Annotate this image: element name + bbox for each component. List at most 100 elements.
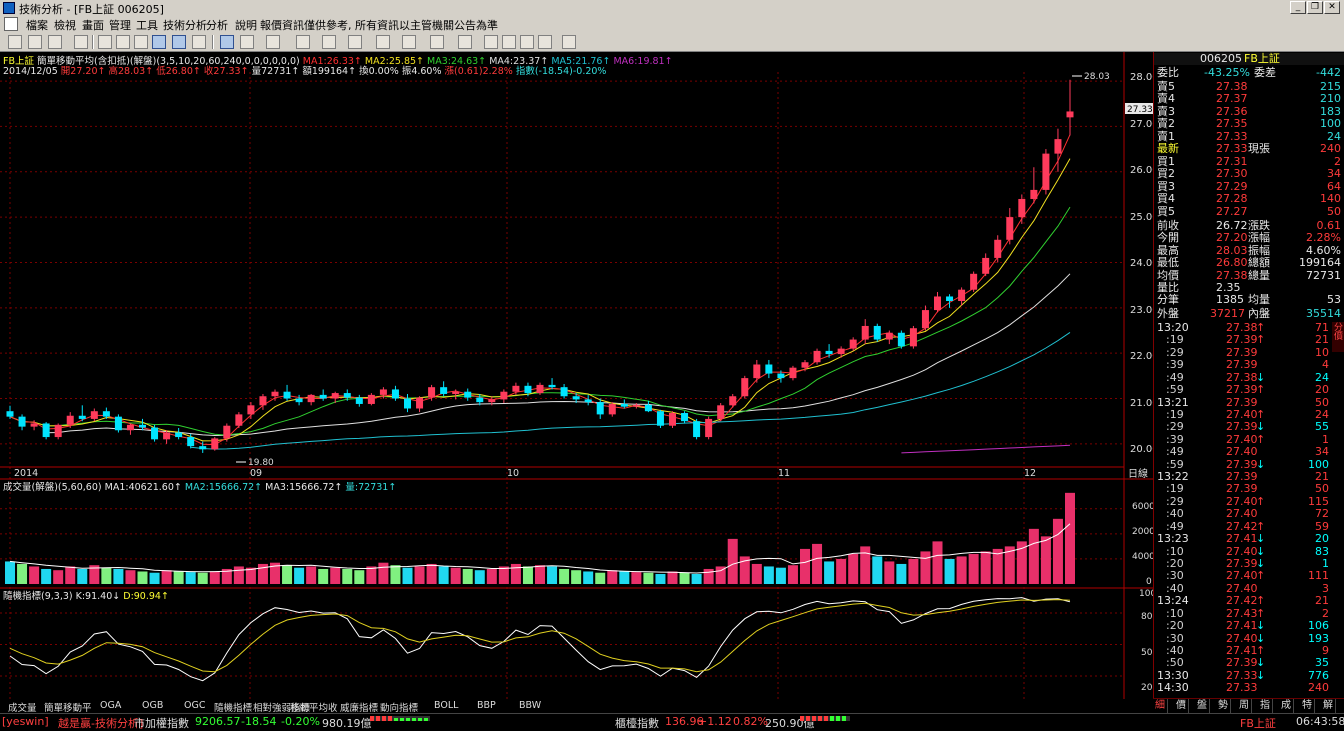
zoom-icon[interactable]: [48, 35, 62, 49]
volume-bar: [414, 566, 425, 584]
print-icon[interactable]: [192, 35, 206, 49]
tick-row: :40 27.40 3: [1166, 581, 1329, 595]
quote-tab[interactable]: 成: [1279, 699, 1294, 713]
twse-percent: -0.20%: [281, 715, 320, 728]
layout-icon[interactable]: [134, 35, 148, 49]
k-value: K:91.40↓: [75, 591, 121, 602]
ma240-line: [901, 444, 1071, 454]
volume-bar: [185, 572, 196, 584]
menu-view[interactable]: 檢視: [54, 17, 76, 33]
text-tool-icon[interactable]: [458, 35, 472, 49]
table-icon[interactable]: [116, 35, 130, 49]
menu-technical-analysis[interactable]: 技術分析: [163, 17, 207, 33]
tick-row: :49 27.38 ↓ 24: [1166, 370, 1329, 384]
close-button[interactable]: ✕: [1324, 1, 1340, 14]
candle: [813, 348, 821, 365]
candle: [151, 424, 159, 442]
eraser-icon[interactable]: [502, 35, 516, 49]
channel-icon[interactable]: [348, 35, 362, 49]
tab-dmi[interactable]: 動向指標: [380, 700, 418, 714]
tick-row: :19 27.39 ↑ 21: [1166, 333, 1329, 347]
volume-bar: [667, 571, 678, 584]
candle: [1066, 79, 1074, 136]
volume-bar: [655, 573, 666, 584]
volume-bar: [595, 572, 606, 584]
chart-type-icon[interactable]: [8, 35, 22, 49]
gann-icon[interactable]: [322, 35, 336, 49]
parallel-icon[interactable]: [376, 35, 390, 49]
tab-williams[interactable]: 威廉指標: [340, 700, 378, 714]
quote-tab[interactable]: 指: [1258, 699, 1273, 713]
menu-screen[interactable]: 畫面: [82, 17, 104, 33]
tab-bbw[interactable]: BBW: [519, 700, 541, 711]
rectangle-icon[interactable]: [402, 35, 416, 49]
menu-file[interactable]: 檔案: [26, 17, 48, 33]
tab-stochastic[interactable]: 隨機指標: [214, 700, 252, 714]
window-icon[interactable]: [152, 35, 166, 49]
tab-ogb[interactable]: OGB: [142, 700, 163, 711]
last-price-row: 最新 27.33 現張 240: [1157, 142, 1341, 155]
chart-area[interactable]: 28.00 27.00 26.00 25.00 24.00 23.00 22.0…: [0, 52, 1153, 713]
mini-bar: [382, 716, 386, 721]
delete-icon[interactable]: [520, 35, 534, 49]
minimize-button[interactable]: _: [1290, 1, 1306, 14]
title-bar: 技術分析 - [FB上証 006205] _ ❐ ✕: [0, 0, 1344, 16]
split-icon[interactable]: [172, 35, 186, 49]
outer-inner-row: 外盤 37217 內盤 35514: [1157, 307, 1341, 320]
tab-boll[interactable]: BOLL: [434, 700, 458, 711]
price-tick: 28.00: [1130, 72, 1153, 83]
quote-tab[interactable]: 周: [1237, 699, 1252, 713]
quote-tab[interactable]: 解: [1321, 699, 1336, 713]
menu-manage[interactable]: 管理: [109, 17, 131, 33]
menu-help[interactable]: 說明: [235, 17, 257, 33]
volume-bar: [535, 565, 545, 584]
menu-tools[interactable]: 工具: [136, 17, 158, 33]
volume-bar: [559, 568, 570, 584]
tick-row: :30 27.40 ↓ 193: [1166, 631, 1329, 645]
copy-icon[interactable]: [484, 35, 498, 49]
fib-icon[interactable]: [296, 35, 310, 49]
hline-icon[interactable]: [266, 35, 280, 49]
date-unit-label: 日線: [1128, 467, 1148, 480]
volume-bar: [643, 572, 654, 584]
ohlc-header: 2014/12/05 開27.20↑ 高28.03↑ 低26.80↑ 收27.3…: [3, 63, 606, 77]
tab-volume[interactable]: 成交量: [8, 700, 37, 714]
price-tick: 22.00: [1130, 351, 1153, 362]
ma60-line: [190, 331, 1071, 450]
quote-tab[interactable]: 特: [1300, 699, 1315, 713]
app-menu-icon[interactable]: [4, 17, 18, 31]
quote-tab[interactable]: 細: [1153, 699, 1168, 713]
tab-ogc[interactable]: OGC: [184, 700, 205, 711]
menu-analysis[interactable]: 分析: [206, 17, 228, 33]
quote-tabs: 細價盤勢周指成特解: [1153, 698, 1344, 713]
tab-bbp[interactable]: BBP: [477, 700, 496, 711]
line-draw-icon[interactable]: [240, 35, 254, 49]
tab-ma-close[interactable]: 移動平均收: [290, 700, 338, 714]
volume-bar: [571, 570, 582, 584]
restore-button[interactable]: ❐: [1307, 1, 1323, 14]
volume-title: 成交量(解盤)(5,60,60): [3, 482, 102, 493]
tick-row: :59 27.39 ↑ 20: [1166, 383, 1329, 397]
cursor-icon[interactable]: [220, 35, 234, 49]
candle: [42, 422, 50, 440]
candle: [946, 294, 954, 308]
grid-icon[interactable]: [98, 35, 112, 49]
quote-tab[interactable]: 盤: [1195, 699, 1210, 713]
tick-row: 14:30 27.33 240: [1157, 681, 1329, 695]
crosshair-icon[interactable]: [28, 35, 42, 49]
tick-row: :49 27.42 ↑ 59: [1166, 519, 1329, 533]
color-icon[interactable]: [74, 35, 88, 49]
quote-tab[interactable]: 勢: [1216, 699, 1231, 713]
save-icon[interactable]: [562, 35, 576, 49]
candle: [78, 405, 86, 422]
tick-row: :19 27.40 ↑ 24: [1166, 407, 1329, 421]
candle: [54, 423, 62, 440]
candle: [656, 409, 664, 428]
ellipse-icon[interactable]: [430, 35, 444, 49]
tab-sma[interactable]: 簡單移動平: [44, 700, 92, 714]
tab-oga[interactable]: OGA: [100, 700, 121, 711]
list-icon[interactable]: [538, 35, 552, 49]
order-ratio-row: 委比 -43.25% 委差 -442: [1157, 66, 1341, 79]
quote-tab[interactable]: 價: [1174, 699, 1189, 713]
k-line: [9, 597, 1071, 682]
